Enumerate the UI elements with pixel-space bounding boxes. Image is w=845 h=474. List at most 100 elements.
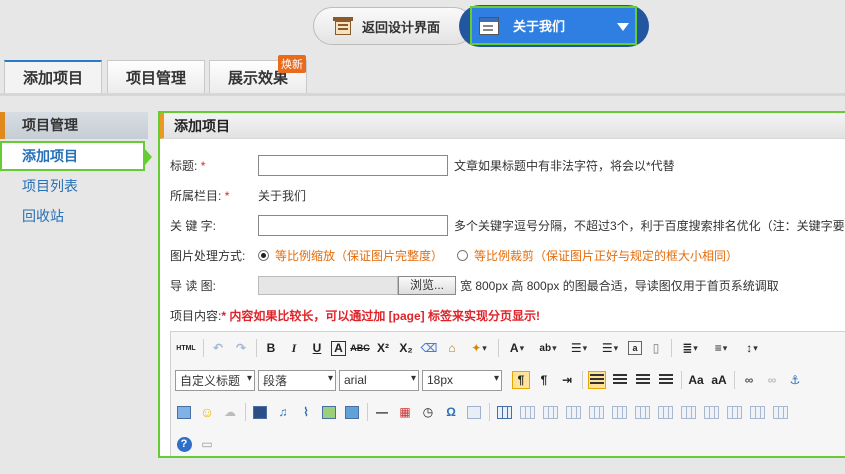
- keywords-row: 关 键 字: 多个关键字逗号分隔，不超过3个，利于百度搜索排名优化（注：关键字要: [170, 213, 845, 237]
- current-menu-dropdown[interactable]: 关于我们: [470, 6, 637, 45]
- subscript-icon[interactable]: X₂: [397, 339, 415, 357]
- image-glyph: [177, 405, 191, 419]
- unlink-icon[interactable]: ∞: [763, 371, 781, 389]
- snapscreen-icon[interactable]: [465, 403, 483, 421]
- paragraph-select[interactable]: 段落: [258, 369, 336, 391]
- align-center-icon[interactable]: [611, 371, 629, 389]
- map-icon[interactable]: [320, 403, 338, 421]
- delete-table-icon[interactable]: [518, 403, 536, 421]
- image-mode-label: 图片处理方式:: [170, 248, 246, 263]
- merge-right-icon[interactable]: [679, 403, 697, 421]
- font-color-icon[interactable]: A: [504, 339, 530, 357]
- video-icon[interactable]: [251, 403, 269, 421]
- top-bar: 返回设计界面 关于我们: [0, 0, 845, 52]
- row-spacing-icon[interactable]: ↕: [739, 339, 765, 357]
- table-glyph: [565, 405, 581, 419]
- toolbar-separator: [256, 339, 257, 357]
- thumbnail-file-input[interactable]: [258, 275, 398, 295]
- radio-crop[interactable]: [457, 249, 469, 261]
- tab-add-project[interactable]: 添加项目: [4, 60, 102, 93]
- underline-icon[interactable]: U: [308, 339, 326, 357]
- heading-select[interactable]: 自定义标题: [175, 369, 255, 391]
- auto-format-icon[interactable]: ✦: [466, 339, 492, 357]
- rich-text-editor: HTML ↶ ↷ B I U A ABC X² X₂ ⌫ ⌂ ✦ A ab ☰ …: [170, 331, 845, 456]
- unordered-list-icon[interactable]: ☰: [597, 339, 623, 357]
- superscript-icon[interactable]: X²: [374, 339, 392, 357]
- split-cells-icon[interactable]: [725, 403, 743, 421]
- merge-cells-icon[interactable]: [656, 403, 674, 421]
- eraser-icon[interactable]: ⌫: [420, 339, 438, 357]
- table-icon[interactable]: [495, 403, 513, 421]
- table-glyph: [611, 405, 627, 419]
- time-icon[interactable]: ◷: [419, 403, 437, 421]
- title-hint: 文章如果标题中有非法字符，将会以*代替: [454, 158, 675, 173]
- align-right-icon[interactable]: [634, 371, 652, 389]
- rtl-icon[interactable]: ¶: [535, 371, 553, 389]
- highlight-icon[interactable]: ab: [535, 339, 561, 357]
- anchor-icon[interactable]: ⚓: [786, 371, 804, 389]
- scrawl-icon[interactable]: ☁: [221, 403, 239, 421]
- panel-title: 添加项目: [160, 113, 845, 139]
- gmap-icon[interactable]: [343, 403, 361, 421]
- back-to-design-button[interactable]: 返回设计界面: [313, 7, 473, 45]
- title-input[interactable]: [258, 154, 448, 176]
- format-brush-icon[interactable]: ⌂: [443, 339, 461, 357]
- merge-down-icon[interactable]: [702, 403, 720, 421]
- help-icon[interactable]: ?: [175, 435, 193, 453]
- table-glyph: [726, 405, 742, 419]
- browse-button[interactable]: 浏览...: [398, 275, 456, 295]
- title-label-text: 标题:: [170, 158, 198, 173]
- add-project-panel: 添加项目 标题: * 文章如果标题中有非法字符，将会以*代替 所属栏目: * 关…: [158, 111, 845, 458]
- justify-icon[interactable]: [657, 371, 675, 389]
- sidebar-item-add-project[interactable]: 添加项目: [0, 141, 152, 171]
- horizontal-rule-icon[interactable]: —: [373, 403, 391, 421]
- html-icon[interactable]: HTML: [175, 339, 197, 357]
- special-char-icon[interactable]: Ω: [442, 403, 460, 421]
- attachment-icon[interactable]: ⌇: [297, 403, 315, 421]
- column-row: 所属栏目: * 关于我们: [170, 183, 306, 207]
- emotion-icon[interactable]: ☺: [198, 403, 216, 421]
- delete-row-icon[interactable]: [587, 403, 605, 421]
- insert-row-icon[interactable]: [564, 403, 582, 421]
- music-icon[interactable]: ♫: [274, 403, 292, 421]
- select-all-icon[interactable]: a: [628, 341, 642, 355]
- link-icon[interactable]: ∞: [740, 371, 758, 389]
- align-left-icon[interactable]: [588, 371, 606, 389]
- lines-glyph: [590, 374, 604, 386]
- strikethrough-icon[interactable]: ABC: [350, 339, 370, 357]
- font-size-select[interactable]: 18px: [422, 369, 502, 391]
- indent-icon[interactable]: ≡: [708, 339, 734, 357]
- ltr-icon[interactable]: ¶: [512, 371, 530, 389]
- insert-col-icon[interactable]: [610, 403, 628, 421]
- template-icon[interactable]: ▭: [198, 435, 216, 453]
- lowercase-icon[interactable]: aA: [710, 371, 728, 389]
- font-border-icon[interactable]: A: [331, 340, 346, 356]
- clear-doc-icon[interactable]: ▯: [647, 339, 665, 357]
- content-hint: * 内容如果比较长，可以通过加 [page] 标签来实现分页显示!: [221, 308, 541, 323]
- font-family-select[interactable]: arial: [339, 369, 419, 391]
- tab-project-manage[interactable]: 项目管理: [107, 60, 205, 93]
- split-cols-icon[interactable]: [771, 403, 789, 421]
- sidebar-item-project-list[interactable]: 项目列表: [0, 171, 148, 201]
- image-icon[interactable]: [175, 403, 193, 421]
- insert-caption-icon[interactable]: [541, 403, 559, 421]
- table-glyph: [634, 405, 650, 419]
- bold-icon[interactable]: B: [262, 339, 280, 357]
- delete-col-icon[interactable]: [633, 403, 651, 421]
- redo-icon[interactable]: ↷: [232, 339, 250, 357]
- toolbar-row-4: ? ▭: [175, 432, 221, 456]
- ordered-list-icon[interactable]: ☰: [566, 339, 592, 357]
- indent-block-icon[interactable]: ⇥: [558, 371, 576, 389]
- lines-glyph: [659, 374, 673, 386]
- undo-icon[interactable]: ↶: [209, 339, 227, 357]
- column-label-text: 所属栏目:: [170, 188, 222, 203]
- italic-icon[interactable]: I: [285, 339, 303, 357]
- uppercase-icon[interactable]: Aa: [687, 371, 705, 389]
- radio-scale[interactable]: [258, 249, 269, 261]
- date-icon[interactable]: ▦: [396, 403, 414, 421]
- sidebar-item-recycle-bin[interactable]: 回收站: [0, 201, 148, 231]
- keywords-input[interactable]: [258, 214, 448, 236]
- split-rows-icon[interactable]: [748, 403, 766, 421]
- line-height-icon[interactable]: ≣: [677, 339, 703, 357]
- sidebar-item-label: 添加项目: [22, 148, 78, 164]
